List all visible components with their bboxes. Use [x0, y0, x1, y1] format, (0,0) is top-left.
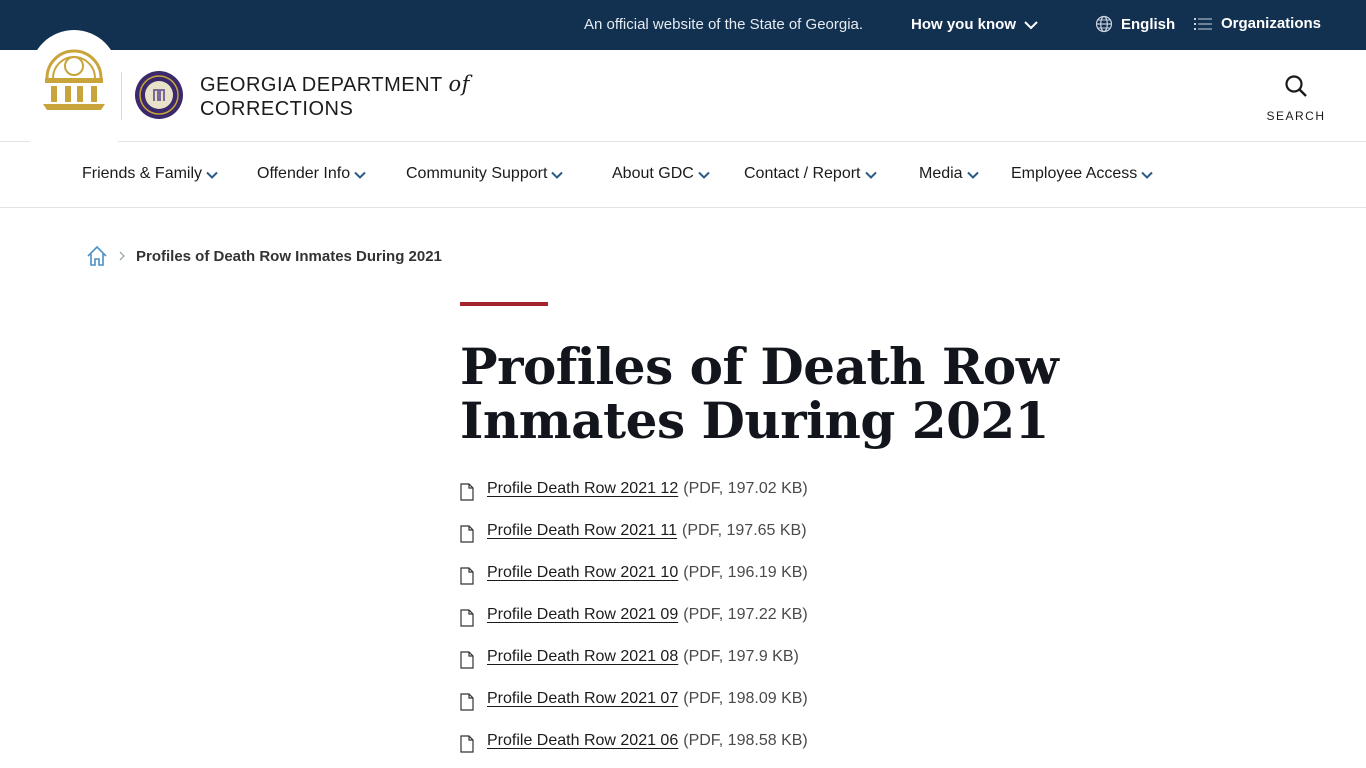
globe-icon: [1095, 15, 1113, 33]
document-meta: (PDF, 197.02 KB): [683, 480, 808, 497]
list-item: Profile Death Row 2021 12 (PDF, 197.02 K…: [460, 480, 808, 522]
file-icon: [460, 567, 474, 585]
document-link[interactable]: Profile Death Row 2021 10: [487, 564, 678, 582]
home-icon[interactable]: [86, 245, 108, 267]
how-you-know-toggle[interactable]: How you know: [911, 16, 1038, 33]
georgia-arch-logo[interactable]: [39, 42, 109, 114]
file-icon: [460, 651, 474, 669]
nav-item-label: Offender Info: [257, 165, 351, 182]
nav-item-label: Community Support: [406, 165, 548, 182]
page-title: Profiles of Death Row Inmates During 202…: [460, 337, 1059, 450]
language-label: English: [1121, 15, 1176, 33]
title-dept-text: GEORGIA DEPARTMENT: [200, 74, 443, 96]
chevron-down-icon: [966, 171, 979, 179]
nav-media[interactable]: Media: [919, 165, 979, 183]
search-label: SEARCH: [1266, 109, 1326, 123]
nav-employee-access[interactable]: Employee Access: [1011, 165, 1153, 183]
nav-community-support[interactable]: Community Support: [406, 165, 564, 183]
organizations-label: Organizations: [1221, 15, 1322, 32]
title-of-text: of: [448, 72, 470, 96]
nav-offender-info[interactable]: Offender Info: [257, 165, 366, 183]
nav-item-label: Media: [919, 165, 963, 182]
nav-item-label: Employee Access: [1011, 165, 1138, 182]
main-nav: Friends & Family Offender Info Community…: [0, 143, 1366, 208]
list-item: Profile Death Row 2021 10 (PDF, 196.19 K…: [460, 564, 808, 606]
nav-item-label: Contact / Report: [744, 165, 861, 182]
document-list: Profile Death Row 2021 12 (PDF, 197.02 K…: [460, 480, 808, 768]
official-banner: An official website of the State of Geor…: [0, 0, 1366, 50]
document-meta: (PDF, 197.22 KB): [683, 606, 808, 623]
nav-contact-report[interactable]: Contact / Report: [744, 165, 877, 183]
chevron-down-icon: [864, 171, 877, 179]
list-icon: [1194, 17, 1212, 30]
breadcrumb: Profiles of Death Row Inmates During 202…: [86, 245, 442, 267]
nav-item-label: Friends & Family: [82, 165, 203, 182]
how-you-know-label: How you know: [911, 16, 1016, 33]
chevron-down-icon: [1141, 171, 1153, 179]
document-meta: (PDF, 197.65 KB): [682, 522, 807, 539]
site-title-line1: GEORGIA DEPARTMENT of: [200, 72, 470, 97]
chevron-down-icon: [1024, 20, 1038, 29]
search-icon: [1285, 75, 1307, 97]
nav-item-label: About GDC: [612, 165, 694, 182]
chevron-down-icon: [354, 171, 366, 179]
chevron-down-icon: [551, 171, 564, 179]
document-link[interactable]: Profile Death Row 2021 08: [487, 648, 678, 666]
file-icon: [460, 483, 474, 501]
file-icon: [460, 735, 474, 753]
file-icon: [460, 609, 474, 627]
chevron-down-icon: [698, 171, 710, 179]
list-item: Profile Death Row 2021 06 (PDF, 198.58 K…: [460, 732, 808, 768]
document-meta: (PDF, 196.19 KB): [683, 564, 808, 581]
document-link[interactable]: Profile Death Row 2021 12: [487, 480, 678, 498]
list-item: Profile Death Row 2021 08 (PDF, 197.9 KB…: [460, 648, 808, 690]
language-selector[interactable]: English: [1095, 15, 1175, 33]
title-accent-bar: [460, 302, 548, 306]
official-site-text: An official website of the State of Geor…: [584, 16, 864, 33]
document-link[interactable]: Profile Death Row 2021 07: [487, 690, 678, 708]
document-link[interactable]: Profile Death Row 2021 06: [487, 732, 678, 750]
document-meta: (PDF, 198.58 KB): [683, 732, 808, 749]
document-link[interactable]: Profile Death Row 2021 09: [487, 606, 678, 624]
chevron-down-icon: [206, 171, 218, 179]
document-meta: (PDF, 197.9 KB): [683, 648, 799, 665]
list-item: Profile Death Row 2021 11 (PDF, 197.65 K…: [460, 522, 808, 564]
chevron-right-icon: [119, 251, 125, 261]
nav-about-gdc[interactable]: About GDC: [612, 165, 710, 183]
list-item: Profile Death Row 2021 07 (PDF, 198.09 K…: [460, 690, 808, 732]
file-icon: [460, 693, 474, 711]
document-link[interactable]: Profile Death Row 2021 11: [487, 522, 677, 540]
header-divider: [121, 72, 122, 120]
breadcrumb-current: Profiles of Death Row Inmates During 202…: [136, 247, 442, 265]
file-icon: [460, 525, 474, 543]
list-item: Profile Death Row 2021 09 (PDF, 197.22 K…: [460, 606, 808, 648]
site-header: GEORGIA DEPARTMENT of CORRECTIONS SEARCH: [0, 30, 1366, 142]
organizations-menu[interactable]: Organizations: [1193, 15, 1321, 32]
nav-friends-family[interactable]: Friends & Family: [82, 165, 218, 183]
site-title-line2: CORRECTIONS: [200, 98, 354, 120]
document-meta: (PDF, 198.09 KB): [683, 690, 808, 707]
gdc-seal-logo[interactable]: [134, 70, 184, 120]
site-title[interactable]: GEORGIA DEPARTMENT of CORRECTIONS: [200, 72, 470, 121]
search-button[interactable]: SEARCH: [1262, 74, 1330, 123]
